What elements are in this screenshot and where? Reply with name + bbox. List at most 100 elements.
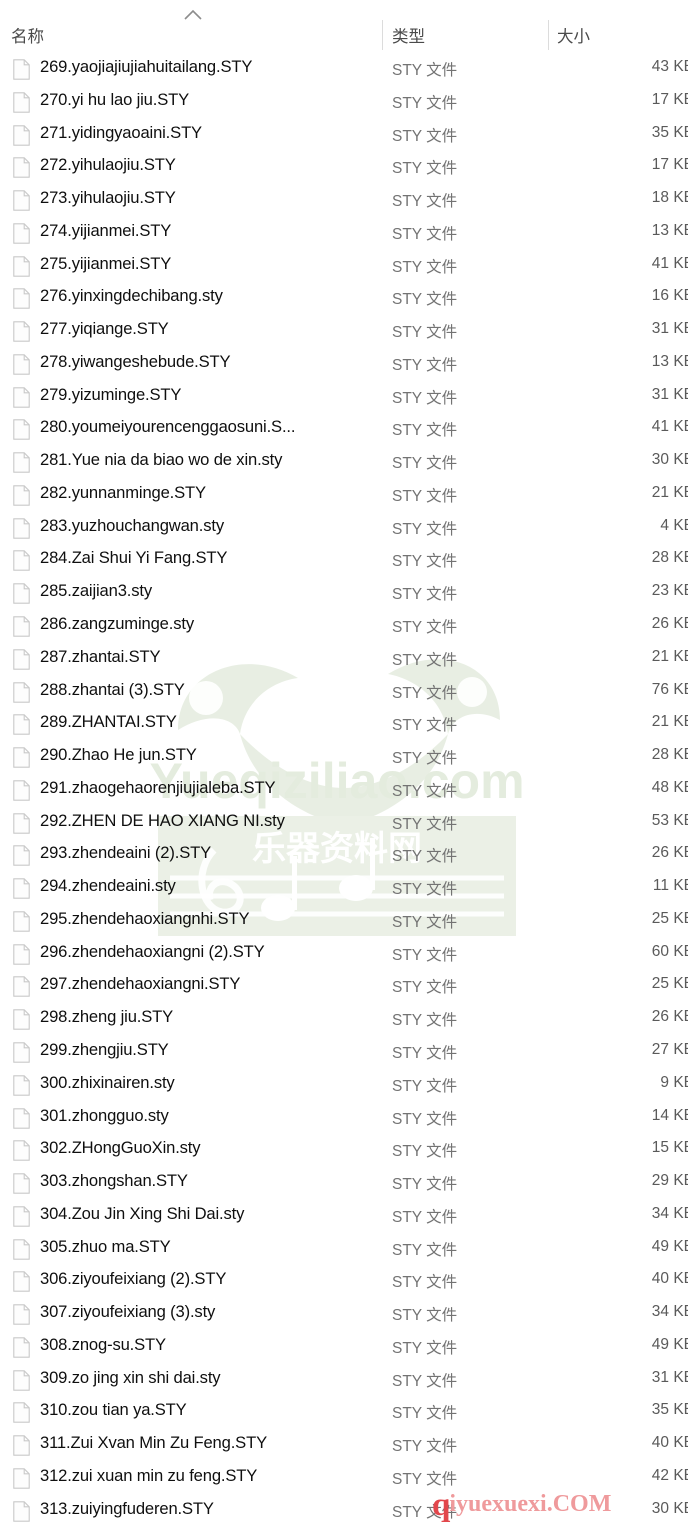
table-row[interactable]: 313.zuiyingfuderen.STY STY 文件 30 KB (0, 1495, 688, 1528)
table-row[interactable]: 278.yiwangeshebude.STY STY 文件 13 KB (0, 348, 688, 381)
file-name-cell[interactable]: 277.yiqiange.STY (40, 319, 378, 339)
table-row[interactable]: 270.yi hu lao jiu.STY STY 文件 17 KB (0, 86, 688, 119)
file-name-cell[interactable]: 279.yizuminge.STY (40, 385, 378, 405)
table-row[interactable]: 276.yinxingdechibang.sty STY 文件 16 KB (0, 282, 688, 315)
file-name-cell[interactable]: 273.yihulaojiu.STY (40, 188, 378, 208)
file-name-cell[interactable]: 307.ziyoufeixiang (3).sty (40, 1302, 378, 1322)
table-row[interactable]: 297.zhendehaoxiangni.STY STY 文件 25 KB (0, 970, 688, 1003)
file-name-cell[interactable]: 312.zui xuan min zu feng.STY (40, 1466, 378, 1486)
table-row[interactable]: 274.yijianmei.STY STY 文件 13 KB (0, 217, 688, 250)
column-divider-type-size[interactable] (548, 20, 549, 50)
file-name-cell[interactable]: 296.zhendehaoxiangni (2).STY (40, 942, 378, 962)
file-name-cell[interactable]: 292.ZHEN DE HAO XIANG NI.sty (40, 811, 378, 831)
file-name-cell[interactable]: 269.yaojiajiujiahuitailang.STY (40, 57, 378, 77)
file-name-cell[interactable]: 276.yinxingdechibang.sty (40, 286, 378, 306)
file-name-cell[interactable]: 313.zuiyingfuderen.STY (40, 1499, 378, 1519)
table-row[interactable]: 307.ziyoufeixiang (3).sty STY 文件 34 KB (0, 1298, 688, 1331)
table-row[interactable]: 288.zhantai (3).STY STY 文件 76 KB (0, 676, 688, 709)
table-row[interactable]: 312.zui xuan min zu feng.STY STY 文件 42 KB (0, 1462, 688, 1495)
table-row[interactable]: 311.Zui Xvan Min Zu Feng.STY STY 文件 40 KB (0, 1429, 688, 1462)
file-name-cell[interactable]: 283.yuzhouchangwan.sty (40, 516, 378, 536)
table-row[interactable]: 289.ZHANTAI.STY STY 文件 21 KB (0, 708, 688, 741)
file-name-cell[interactable]: 311.Zui Xvan Min Zu Feng.STY (40, 1433, 378, 1453)
file-name-cell[interactable]: 297.zhendehaoxiangni.STY (40, 974, 378, 994)
file-name-cell[interactable]: 303.zhongshan.STY (40, 1171, 378, 1191)
file-name-cell[interactable]: 281.Yue nia da biao wo de xin.sty (40, 450, 378, 470)
table-row[interactable]: 304.Zou Jin Xing Shi Dai.sty STY 文件 34 KB (0, 1200, 688, 1233)
table-row[interactable]: 302.ZHongGuoXin.sty STY 文件 15 KB (0, 1134, 688, 1167)
column-divider-name-type[interactable] (382, 20, 383, 50)
file-icon (13, 1500, 30, 1522)
table-row[interactable]: 301.zhongguo.sty STY 文件 14 KB (0, 1102, 688, 1135)
file-name-cell[interactable]: 310.zou tian ya.STY (40, 1400, 378, 1420)
table-row[interactable]: 284.Zai Shui Yi Fang.STY STY 文件 28 KB (0, 544, 688, 577)
table-row[interactable]: 296.zhendehaoxiangni (2).STY STY 文件 60 KB (0, 938, 688, 971)
table-row[interactable]: 286.zangzuminge.sty STY 文件 26 KB (0, 610, 688, 643)
file-name-cell[interactable]: 300.zhixinairen.sty (40, 1073, 378, 1093)
file-name-cell[interactable]: 309.zo jing xin shi dai.sty (40, 1368, 378, 1388)
file-name-cell[interactable]: 286.zangzuminge.sty (40, 614, 378, 634)
file-name-cell[interactable]: 302.ZHongGuoXin.sty (40, 1138, 378, 1158)
file-name-cell[interactable]: 301.zhongguo.sty (40, 1106, 378, 1126)
file-name-cell[interactable]: 287.zhantai.STY (40, 647, 378, 667)
table-row[interactable]: 295.zhendehaoxiangnhi.STY STY 文件 25 KB (0, 905, 688, 938)
file-name-cell[interactable]: 272.yihulaojiu.STY (40, 155, 378, 175)
table-row[interactable]: 279.yizuminge.STY STY 文件 31 KB (0, 381, 688, 414)
table-row[interactable]: 281.Yue nia da biao wo de xin.sty STY 文件 3… (0, 446, 688, 479)
file-name-cell[interactable]: 304.Zou Jin Xing Shi Dai.sty (40, 1204, 378, 1224)
table-row[interactable]: 271.yidingyaoaini.STY STY 文件 35 KB (0, 119, 688, 152)
file-name-cell[interactable]: 294.zhendeaini.sty (40, 876, 378, 896)
file-type-cell: STY 文件 (392, 619, 458, 637)
column-header-size[interactable]: 大小 (557, 23, 590, 47)
table-row[interactable]: 285.zaijian3.sty STY 文件 23 KB (0, 577, 688, 610)
table-row[interactable]: 309.zo jing xin shi dai.sty STY 文件 31 KB (0, 1364, 688, 1397)
table-row[interactable]: 308.znog-su.STY STY 文件 49 KB (0, 1331, 688, 1364)
table-row[interactable]: 269.yaojiajiujiahuitailang.STY STY 文件 43 K… (0, 53, 688, 86)
file-size-cell: 31 KB (651, 1368, 688, 1386)
file-name-cell[interactable]: 270.yi hu lao jiu.STY (40, 90, 378, 110)
file-name-cell[interactable]: 305.zhuo ma.STY (40, 1237, 378, 1257)
table-row[interactable]: 275.yijianmei.STY STY 文件 41 KB (0, 250, 688, 283)
file-name-cell[interactable]: 285.zaijian3.sty (40, 581, 378, 601)
file-name-cell[interactable]: 308.znog-su.STY (40, 1335, 378, 1355)
table-row[interactable]: 290.Zhao He jun.STY STY 文件 28 KB (0, 741, 688, 774)
file-name-cell[interactable]: 290.Zhao He jun.STY (40, 745, 378, 765)
table-row[interactable]: 282.yunnanminge.STY STY 文件 21 KB (0, 479, 688, 512)
table-row[interactable]: 272.yihulaojiu.STY STY 文件 17 KB (0, 151, 688, 184)
file-name-cell[interactable]: 298.zheng jiu.STY (40, 1007, 378, 1027)
file-name-cell[interactable]: 295.zhendehaoxiangnhi.STY (40, 909, 378, 929)
table-row[interactable]: 298.zheng jiu.STY STY 文件 26 KB (0, 1003, 688, 1036)
table-row[interactable]: 299.zhengjiu.STY STY 文件 27 KB (0, 1036, 688, 1069)
table-row[interactable]: 310.zou tian ya.STY STY 文件 35 KB (0, 1396, 688, 1429)
file-name-cell[interactable]: 274.yijianmei.STY (40, 221, 378, 241)
file-name-cell[interactable]: 288.zhantai (3).STY (40, 680, 378, 700)
table-row[interactable]: 294.zhendeaini.sty STY 文件 11 KB (0, 872, 688, 905)
column-header-type[interactable]: 类型 (392, 23, 425, 47)
file-name-cell[interactable]: 280.youmeiyourencenggaosuni.S... (40, 417, 378, 437)
table-row[interactable]: 300.zhixinairen.sty STY 文件 9 KB (0, 1069, 688, 1102)
file-name-cell[interactable]: 293.zhendeaini (2).STY (40, 843, 378, 863)
file-icon (13, 616, 30, 637)
table-row[interactable]: 292.ZHEN DE HAO XIANG NI.sty STY 文件 53 KB (0, 807, 688, 840)
table-row[interactable]: 277.yiqiange.STY STY 文件 31 KB (0, 315, 688, 348)
file-name-cell[interactable]: 278.yiwangeshebude.STY (40, 352, 378, 372)
file-name-cell[interactable]: 291.zhaogehaorenjiujialeba.STY (40, 778, 378, 798)
table-row[interactable]: 305.zhuo ma.STY STY 文件 49 KB (0, 1233, 688, 1266)
file-name-cell[interactable]: 275.yijianmei.STY (40, 254, 378, 274)
file-size-cell: 25 KB (651, 975, 688, 993)
file-name-cell[interactable]: 284.Zai Shui Yi Fang.STY (40, 548, 378, 568)
column-header-name[interactable]: 名称 (11, 23, 44, 47)
file-name-cell[interactable]: 271.yidingyaoaini.STY (40, 123, 378, 143)
table-row[interactable]: 283.yuzhouchangwan.sty STY 文件 4 KB (0, 512, 688, 545)
file-name-cell[interactable]: 306.ziyoufeixiang (2).STY (40, 1269, 378, 1289)
file-name-cell[interactable]: 299.zhengjiu.STY (40, 1040, 378, 1060)
table-row[interactable]: 291.zhaogehaorenjiujialeba.STY STY 文件 48 K… (0, 774, 688, 807)
file-name-cell[interactable]: 289.ZHANTAI.STY (40, 712, 378, 732)
table-row[interactable]: 273.yihulaojiu.STY STY 文件 18 KB (0, 184, 688, 217)
table-row[interactable]: 287.zhantai.STY STY 文件 21 KB (0, 643, 688, 676)
table-row[interactable]: 306.ziyoufeixiang (2).STY STY 文件 40 KB (0, 1265, 688, 1298)
table-row[interactable]: 303.zhongshan.STY STY 文件 29 KB (0, 1167, 688, 1200)
table-row[interactable]: 280.youmeiyourencenggaosuni.S... STY 文件 41… (0, 413, 688, 446)
file-name-cell[interactable]: 282.yunnanminge.STY (40, 483, 378, 503)
table-row[interactable]: 293.zhendeaini (2).STY STY 文件 26 KB (0, 839, 688, 872)
